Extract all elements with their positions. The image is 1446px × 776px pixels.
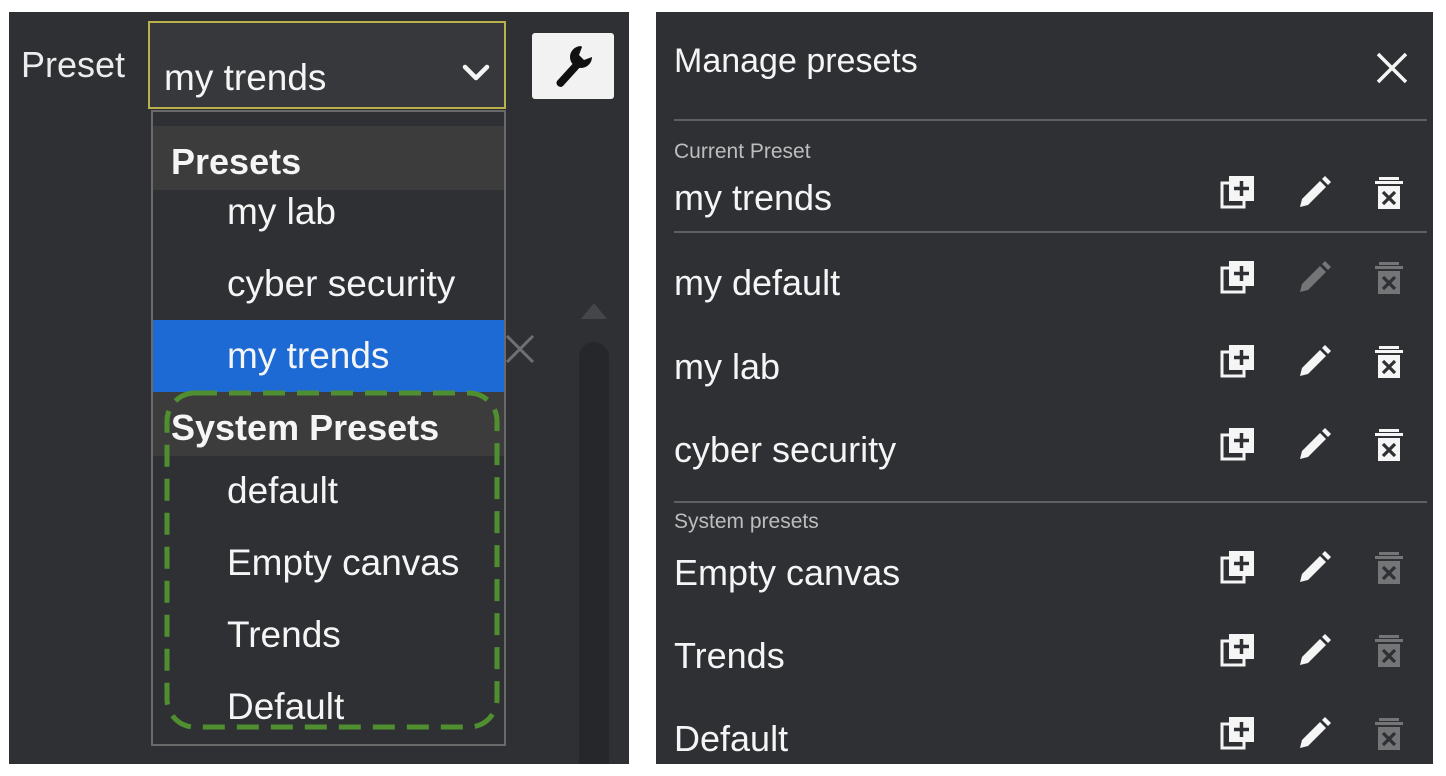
manage-presets-dialog: Manage presets Current Preset my trends … xyxy=(656,12,1433,764)
pencil-icon[interactable] xyxy=(1294,631,1334,671)
preset-name: Default xyxy=(674,718,789,759)
divider xyxy=(674,119,1427,121)
scrollbar-track[interactable] xyxy=(579,342,609,764)
pencil-icon[interactable] xyxy=(1294,342,1334,382)
delete-icon[interactable] xyxy=(1369,342,1409,382)
preset-name: my default xyxy=(674,262,841,303)
delete-icon[interactable] xyxy=(1369,173,1409,213)
preset-row-system: Default xyxy=(674,708,1414,768)
duplicate-icon[interactable] xyxy=(1218,631,1258,671)
group-header-system-presets: System Presets xyxy=(153,392,504,456)
preset-row: my default xyxy=(674,252,1414,312)
delete-icon xyxy=(1369,258,1409,298)
dropdown-item[interactable]: cyber security xyxy=(153,248,504,320)
preset-name: Empty canvas xyxy=(674,552,901,593)
pencil-icon xyxy=(1294,258,1334,298)
dropdown-item[interactable]: Empty canvas xyxy=(153,527,504,599)
delete-icon xyxy=(1369,714,1409,754)
dropdown-item[interactable]: Default xyxy=(153,671,504,743)
duplicate-icon[interactable] xyxy=(1218,425,1258,465)
pencil-icon[interactable] xyxy=(1294,714,1334,754)
chevron-down-icon xyxy=(462,63,490,83)
preset-row: cyber security xyxy=(674,419,1414,479)
divider xyxy=(674,501,1427,503)
section-label-system: System presets xyxy=(674,510,819,533)
preset-row-current: my trends xyxy=(674,167,1414,227)
preset-name: my lab xyxy=(674,346,781,387)
preset-name: cyber security xyxy=(674,429,897,470)
preset-select-value: my trends xyxy=(164,57,327,98)
dropdown-item[interactable]: Trends xyxy=(153,599,504,671)
duplicate-icon[interactable] xyxy=(1218,173,1258,213)
preset-name: Trends xyxy=(674,635,785,676)
delete-icon xyxy=(1369,631,1409,671)
duplicate-icon[interactable] xyxy=(1218,258,1258,298)
preset-name: my trends xyxy=(674,177,833,218)
dialog-title: Manage presets xyxy=(674,42,918,80)
scroll-up-arrow[interactable] xyxy=(579,299,609,321)
preset-panel: Preset my trends Presets my lab cyber se… xyxy=(9,12,629,764)
duplicate-icon[interactable] xyxy=(1218,714,1258,754)
preset-label: Preset xyxy=(21,44,126,85)
manage-presets-button[interactable] xyxy=(532,33,614,99)
preset-dropdown-menu: Presets my lab cyber security my trends … xyxy=(151,110,506,746)
preset-row-system: Trends xyxy=(674,625,1414,685)
pencil-icon[interactable] xyxy=(1294,548,1334,588)
close-icon xyxy=(503,332,537,366)
preset-row-system: Empty canvas xyxy=(674,542,1414,602)
pencil-icon[interactable] xyxy=(1294,425,1334,465)
close-icon[interactable] xyxy=(1375,51,1409,85)
preset-select[interactable]: my trends xyxy=(148,21,506,109)
delete-icon xyxy=(1369,548,1409,588)
delete-icon[interactable] xyxy=(1369,425,1409,465)
duplicate-icon[interactable] xyxy=(1218,342,1258,382)
dropdown-item[interactable]: default xyxy=(153,455,504,527)
dropdown-item-selected[interactable]: my trends xyxy=(153,320,504,392)
section-label-current: Current Preset xyxy=(674,140,811,163)
duplicate-icon[interactable] xyxy=(1218,548,1258,588)
divider xyxy=(674,231,1427,233)
preset-row: my lab xyxy=(674,336,1414,396)
dropdown-item[interactable]: my lab xyxy=(153,176,504,248)
pencil-icon[interactable] xyxy=(1294,173,1334,213)
